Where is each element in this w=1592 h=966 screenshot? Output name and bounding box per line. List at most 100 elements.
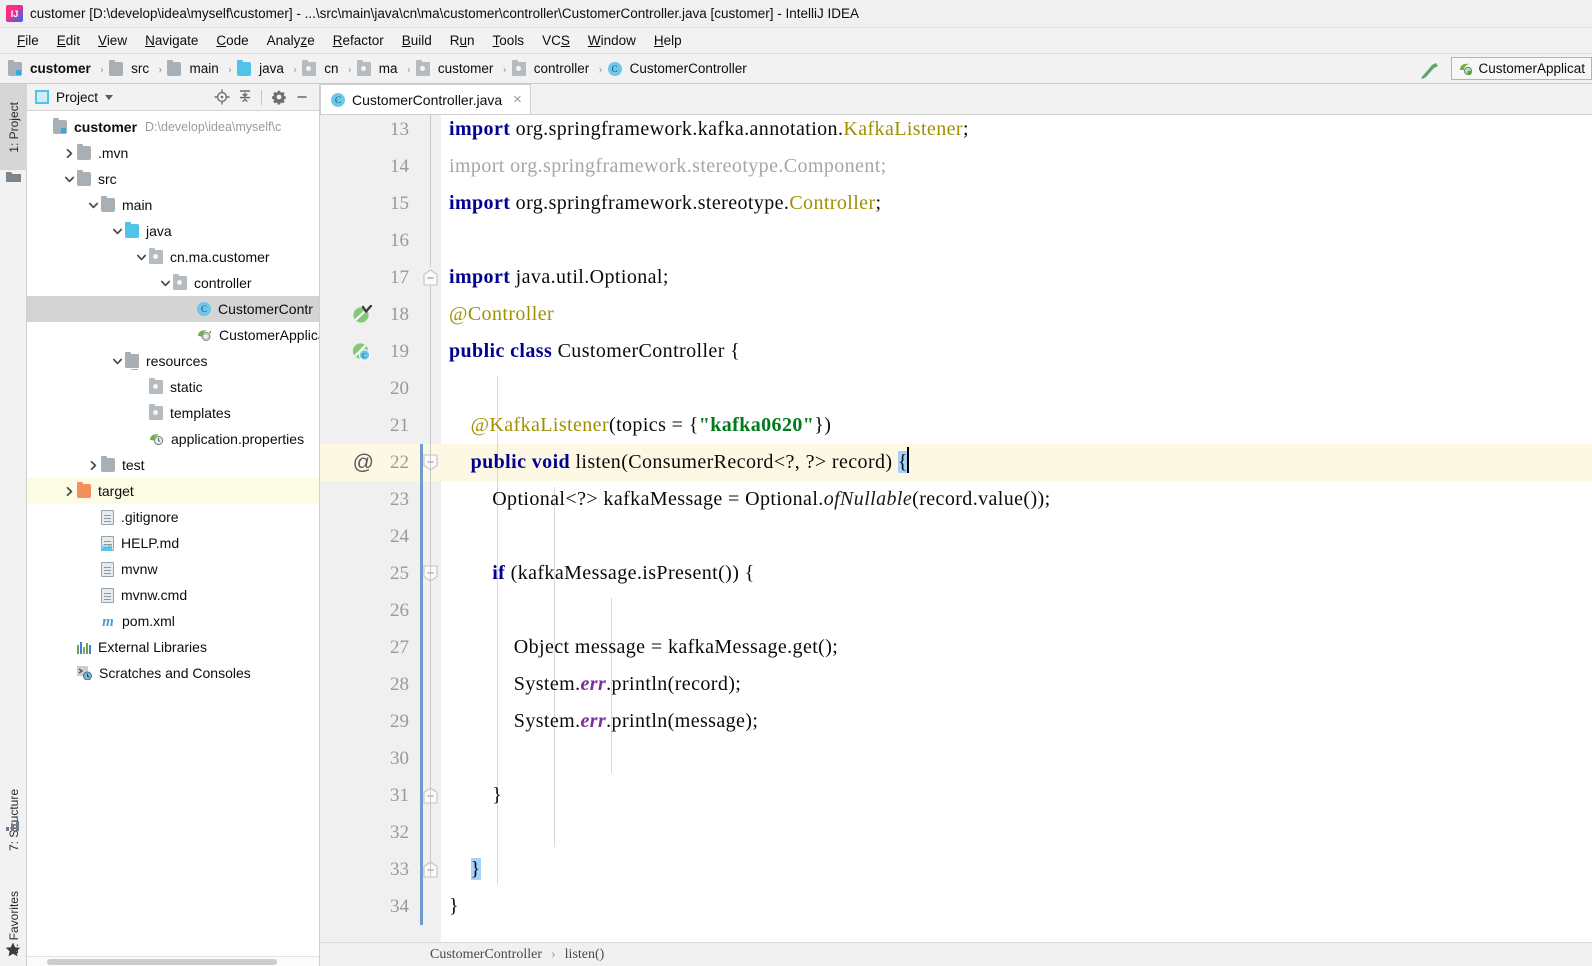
menu-item-analyze[interactable]: Analyze — [258, 31, 324, 50]
code-content[interactable]: import org.springframework.kafka.annotat… — [441, 115, 1592, 942]
editor-breadcrumb-part[interactable]: CustomerController — [430, 947, 542, 963]
menu-item-build[interactable]: Build — [393, 31, 441, 50]
line-number: 16 — [390, 230, 409, 251]
menu-item-navigate[interactable]: Navigate — [136, 31, 207, 50]
breadcrumb-separator: › — [158, 60, 163, 76]
editor-breadcrumb-part[interactable]: listen() — [565, 947, 605, 963]
tree-item-scratches-and-consoles[interactable]: Scratches and Consoles — [27, 660, 319, 686]
code-line-29[interactable]: System.err.println(message); — [449, 703, 758, 740]
hammer-icon[interactable] — [1417, 58, 1443, 80]
menu-item-refactor[interactable]: Refactor — [324, 31, 393, 50]
run-class-icon[interactable] — [349, 296, 375, 333]
tool-button-project[interactable]: 1: Project — [0, 84, 27, 170]
code-line-31[interactable]: } — [449, 777, 502, 814]
editor-body[interactable]: 13 14 15 16 17 18 19 C 20 21 22 @23 24 25 26 27 28 29 30 31… — [320, 115, 1592, 942]
chevron-right-icon[interactable] — [85, 460, 101, 470]
breadcrumb-item-src[interactable]: src — [109, 59, 152, 77]
menu-item-edit[interactable]: Edit — [48, 31, 89, 50]
tree-item-java[interactable]: java — [27, 218, 319, 244]
code-line-25[interactable]: if (kafkaMessage.isPresent()) { — [449, 555, 755, 592]
annotation-gutter-icon[interactable]: @ — [353, 444, 374, 481]
tree-item--gitignore[interactable]: .gitignore — [27, 504, 319, 530]
locate-icon[interactable] — [211, 87, 232, 108]
chevron-down-icon[interactable] — [61, 175, 77, 184]
tree-item-help-md[interactable]: MD HELP.md — [27, 530, 319, 556]
chevron-down-icon[interactable] — [133, 253, 149, 262]
project-panel-hscrollbar[interactable] — [27, 956, 319, 966]
chevron-down-icon[interactable] — [157, 279, 173, 288]
breadcrumb-item-customer[interactable]: customer — [8, 59, 94, 77]
tab-customercontroller-java[interactable]: C CustomerController.java × — [320, 84, 531, 114]
minimize-icon[interactable] — [291, 87, 312, 108]
breadcrumb-item-customercontroller[interactable]: C CustomerController — [607, 60, 750, 77]
tree-item-pom-xml[interactable]: m pom.xml — [27, 608, 319, 634]
markdown-file-icon: MD — [101, 535, 114, 551]
code-line-13[interactable]: import org.springframework.kafka.annotat… — [449, 115, 969, 148]
tree-item--mvn[interactable]: .mvn — [27, 140, 319, 166]
tree-item-mvnw[interactable]: mvnw — [27, 556, 319, 582]
editor-gutter[interactable]: 13 14 15 16 17 18 19 C 20 21 22 @23 24 25 26 27 28 29 30 31… — [320, 115, 420, 942]
scrollbar-thumb[interactable] — [47, 959, 277, 965]
menu-item-file[interactable]: File — [8, 31, 48, 50]
menu-item-view[interactable]: View — [89, 31, 136, 50]
collapse-all-icon[interactable] — [234, 87, 255, 108]
code-line-19[interactable]: public class CustomerController { — [449, 333, 740, 370]
editor-breadcrumb[interactable]: CustomerController › listen() — [320, 942, 1592, 966]
chevron-down-icon[interactable] — [109, 227, 125, 236]
gear-icon[interactable] — [268, 87, 289, 108]
code-line-33[interactable]: } — [449, 851, 481, 888]
breadcrumb-item-java[interactable]: java — [237, 59, 287, 77]
tree-item-label: test — [122, 457, 145, 473]
tree-item-target[interactable]: target — [27, 478, 319, 504]
code-line-22[interactable]: public void listen(ConsumerRecord<?, ?> … — [449, 444, 909, 481]
code-line-27[interactable]: Object message = kafkaMessage.get(); — [449, 629, 838, 666]
code-line-18[interactable]: @Controller — [449, 296, 554, 333]
code-line-17[interactable]: import java.util.Optional; — [449, 259, 669, 296]
chevron-right-icon[interactable] — [61, 148, 77, 158]
breadcrumb-item-label: src — [131, 61, 150, 76]
breadcrumb-item-main[interactable]: main — [167, 59, 221, 77]
chevron-down-icon[interactable] — [109, 357, 125, 366]
code-line-15[interactable]: import org.springframework.stereotype.Co… — [449, 185, 882, 222]
breadcrumb-separator: › — [347, 60, 352, 76]
breadcrumb-item-ma[interactable]: ma — [356, 59, 401, 77]
tree-item-resources[interactable]: resources — [27, 348, 319, 374]
tree-item-cn-ma-customer[interactable]: cn.ma.customer — [27, 244, 319, 270]
tree-item-customerapplicati[interactable]: CustomerApplicati — [27, 322, 319, 348]
tree-item-customer[interactable]: customer D:\develop\idea\myself\c — [27, 114, 319, 140]
tree-item-mvnw-cmd[interactable]: mvnw.cmd — [27, 582, 319, 608]
menu-item-tools[interactable]: Tools — [484, 31, 534, 50]
code-line-28[interactable]: System.err.println(record); — [449, 666, 741, 703]
tree-item-label: src — [98, 171, 117, 187]
tree-item-application-properties[interactable]: application.properties — [27, 426, 319, 452]
breadcrumb-item-customer[interactable]: customer — [415, 59, 497, 77]
code-line-34[interactable]: } — [449, 888, 459, 925]
project-tree[interactable]: customer D:\develop\idea\myself\c .mvn src m… — [27, 111, 319, 956]
menu-item-vcs[interactable]: VCS — [533, 31, 579, 50]
close-icon[interactable]: × — [513, 91, 522, 108]
menu-item-run[interactable]: Run — [441, 31, 484, 50]
tree-item-src[interactable]: src — [27, 166, 319, 192]
editor-fold-strip[interactable] — [420, 115, 441, 942]
code-line-21[interactable]: @KafkaListener(topics = {"kafka0620"}) — [449, 407, 831, 444]
chevron-down-icon[interactable] — [105, 94, 114, 100]
tree-item-label: static — [170, 379, 203, 395]
chevron-right-icon[interactable] — [61, 486, 77, 496]
tree-item-static[interactable]: static — [27, 374, 319, 400]
menu-item-code[interactable]: Code — [207, 31, 257, 50]
menu-item-help[interactable]: Help — [645, 31, 691, 50]
breadcrumb-item-controller[interactable]: controller — [511, 59, 593, 77]
tree-item-controller[interactable]: controller — [27, 270, 319, 296]
chevron-down-icon[interactable] — [85, 201, 101, 210]
run-method-icon[interactable]: C — [349, 333, 375, 370]
menu-item-window[interactable]: Window — [579, 31, 645, 50]
code-line-14[interactable]: import org.springframework.stereotype.Co… — [449, 148, 887, 185]
run-configuration-selector[interactable]: CustomerApplicat — [1451, 57, 1592, 80]
tree-item-external-libraries[interactable]: External Libraries — [27, 634, 319, 660]
tree-item-templates[interactable]: templates — [27, 400, 319, 426]
tree-item-customercontr[interactable]: C CustomerContr — [27, 296, 319, 322]
tree-item-main[interactable]: main — [27, 192, 319, 218]
tree-item-test[interactable]: test — [27, 452, 319, 478]
code-line-23[interactable]: Optional<?> kafkaMessage = Optional.ofNu… — [449, 481, 1051, 518]
breadcrumb-item-cn[interactable]: cn — [302, 59, 341, 77]
